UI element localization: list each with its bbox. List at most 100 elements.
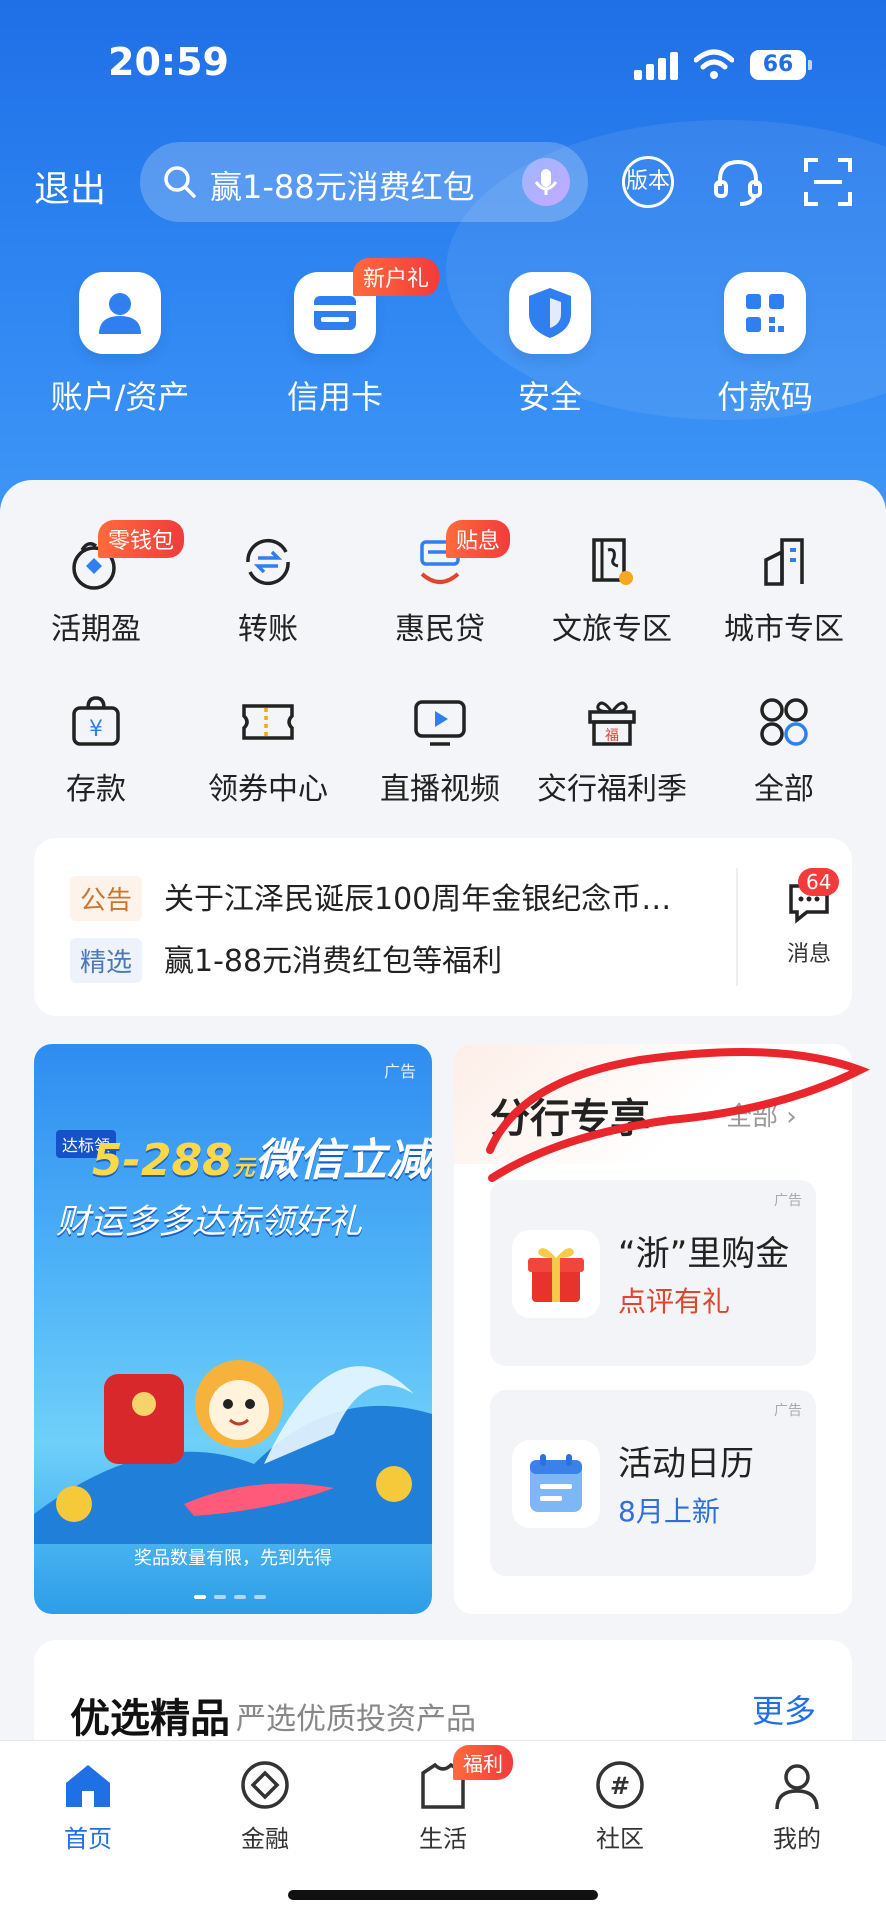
picks-title: 优选精品	[70, 1696, 230, 1742]
service-label: 存款	[66, 772, 126, 807]
quick-action-security[interactable]: 安全	[480, 272, 620, 418]
banner-headline-rest: 微信立减金	[254, 1135, 432, 1186]
picks-subtitle: 严选优质投资产品	[236, 1702, 476, 1737]
yuan-bag-icon: ¥	[64, 690, 128, 754]
service-label: 文旅专区	[552, 612, 672, 647]
banner-subline: 财运多多达标领好礼	[56, 1202, 362, 1242]
branch-item-title: “浙”里购金	[618, 1234, 790, 1274]
service-label: 城市专区	[724, 612, 844, 647]
service-label: 活期盈	[51, 612, 141, 647]
quick-action-label: 信用卡	[286, 378, 383, 416]
transfer-icon	[236, 530, 300, 594]
quick-action-credit-card[interactable]: 信用卡 新户礼	[265, 258, 440, 418]
tab-community[interactable]: # 社区	[560, 1757, 680, 1854]
tab-label: 社区	[596, 1825, 644, 1853]
service-current-deposit[interactable]: 活期盈 零钱包	[10, 520, 185, 648]
profile-icon	[769, 1757, 825, 1813]
banner-footnote: 奖品数量有限，先到先得	[134, 1548, 332, 1569]
ticket-icon	[236, 690, 300, 754]
tab-life[interactable]: 生活 福利	[383, 1745, 513, 1854]
new-user-gift-tag: 新户礼	[353, 258, 440, 296]
service-label: 转账	[238, 612, 298, 647]
quick-action-pay-code[interactable]: 付款码	[695, 272, 835, 418]
service-label: 交行福利季	[537, 772, 687, 807]
picks-more-link[interactable]: 更多	[752, 1686, 816, 1732]
gift-icon: 福	[580, 690, 644, 754]
divider	[736, 868, 738, 986]
service-all[interactable]: 全部	[698, 690, 870, 808]
finance-icon	[237, 1757, 293, 1813]
service-live-video[interactable]: 直播视频	[354, 690, 526, 808]
tab-finance[interactable]: 金融	[205, 1757, 325, 1854]
mascot-surfing-illustration	[34, 1360, 432, 1544]
small-change-tag: 零钱包	[98, 520, 185, 558]
signal-icon	[634, 52, 678, 80]
quick-action-label: 账户/资产	[50, 378, 190, 416]
svg-text:福: 福	[605, 728, 619, 744]
service-huimin-loan[interactable]: 惠民贷 贴息	[354, 520, 526, 648]
service-coupon-center[interactable]: 领券中心	[182, 690, 354, 808]
qrcode-icon	[724, 272, 806, 354]
branch-item-subtitle: 8月上新	[618, 1495, 720, 1528]
service-culture-travel[interactable]: 文旅专区	[526, 530, 698, 648]
announcement-tag: 公告	[70, 876, 143, 921]
gift-box-icon	[512, 1230, 600, 1318]
notice-card: 公告 关于江泽民诞辰100周年金银纪念币… 精选 赢1-88元消费红包等福利 消…	[34, 838, 852, 1016]
version-switch-button[interactable]: 版本	[622, 156, 674, 208]
community-icon: #	[592, 1757, 648, 1813]
promo-banner[interactable]: 广告 达标领 5-288元微信立减金 财运多多达标领好礼 奖品数量有限，先到先得	[34, 1044, 432, 1614]
carousel-dots	[194, 1584, 274, 1603]
tab-home[interactable]: 首页	[28, 1757, 148, 1854]
status-time: 20:59	[108, 40, 229, 84]
branch-item-gold[interactable]: 广告 “浙”里购金 点评有礼	[490, 1180, 816, 1366]
featured-text[interactable]: 赢1-88元消费红包等福利	[164, 936, 502, 980]
play-icon	[408, 690, 472, 754]
home-icon	[60, 1757, 116, 1813]
scroll-icon	[580, 530, 644, 594]
quick-action-account[interactable]: 账户/资产	[50, 272, 190, 418]
red-annotation-scribble	[486, 1048, 871, 1182]
banner-unit: 元	[232, 1156, 255, 1181]
service-welfare-season[interactable]: 福 交行福利季	[526, 690, 698, 808]
service-label: 全部	[754, 772, 814, 807]
user-icon	[79, 272, 161, 354]
grid-icon	[752, 690, 816, 754]
svg-text:#: #	[610, 1772, 630, 1800]
search-icon	[164, 166, 196, 198]
svg-text:¥: ¥	[89, 717, 103, 742]
home-indicator	[288, 1890, 598, 1900]
ad-mark: 广告	[383, 1062, 416, 1081]
calendar-icon	[512, 1440, 600, 1528]
service-label: 领券中心	[208, 772, 328, 807]
tab-label: 我的	[773, 1825, 821, 1853]
announcement-text[interactable]: 关于江泽民诞辰100周年金银纪念币…	[164, 874, 671, 918]
branch-item-title: 活动日历	[618, 1444, 754, 1484]
quick-action-label: 付款码	[716, 378, 813, 416]
tab-profile[interactable]: 我的	[737, 1757, 857, 1854]
quick-action-label: 安全	[517, 378, 582, 416]
scan-icon[interactable]	[798, 152, 858, 212]
branch-item-calendar[interactable]: 广告 活动日历 8月上新	[490, 1390, 816, 1576]
service-label: 直播视频	[380, 772, 500, 807]
featured-tag: 精选	[70, 938, 143, 983]
headset-icon[interactable]	[708, 152, 768, 212]
logout-button[interactable]: 退出	[34, 160, 106, 212]
service-transfer[interactable]: 转账	[182, 530, 354, 648]
messages-label: 消息	[786, 942, 831, 967]
tab-label: 生活	[419, 1825, 467, 1853]
message-count-badge: 64	[798, 868, 840, 896]
interest-subsidy-tag: 贴息	[446, 520, 511, 558]
banner-headline: 5-288元微信立减金	[92, 1124, 432, 1188]
microphone-icon[interactable]	[522, 158, 570, 206]
building-icon	[752, 530, 816, 594]
wifi-icon	[694, 49, 734, 79]
ad-mark: 广告	[774, 1403, 802, 1419]
branch-item-subtitle: 点评有礼	[618, 1285, 731, 1318]
service-label: 惠民贷	[395, 612, 485, 647]
service-city-zone[interactable]: 城市专区	[698, 530, 870, 648]
search-bar[interactable]: 赢1-88元消费红包	[140, 142, 588, 222]
shield-icon	[509, 272, 591, 354]
battery-indicator: 66	[750, 50, 812, 80]
service-deposit[interactable]: ¥ 存款	[10, 690, 182, 808]
banner-amount: 5-288	[92, 1135, 233, 1186]
